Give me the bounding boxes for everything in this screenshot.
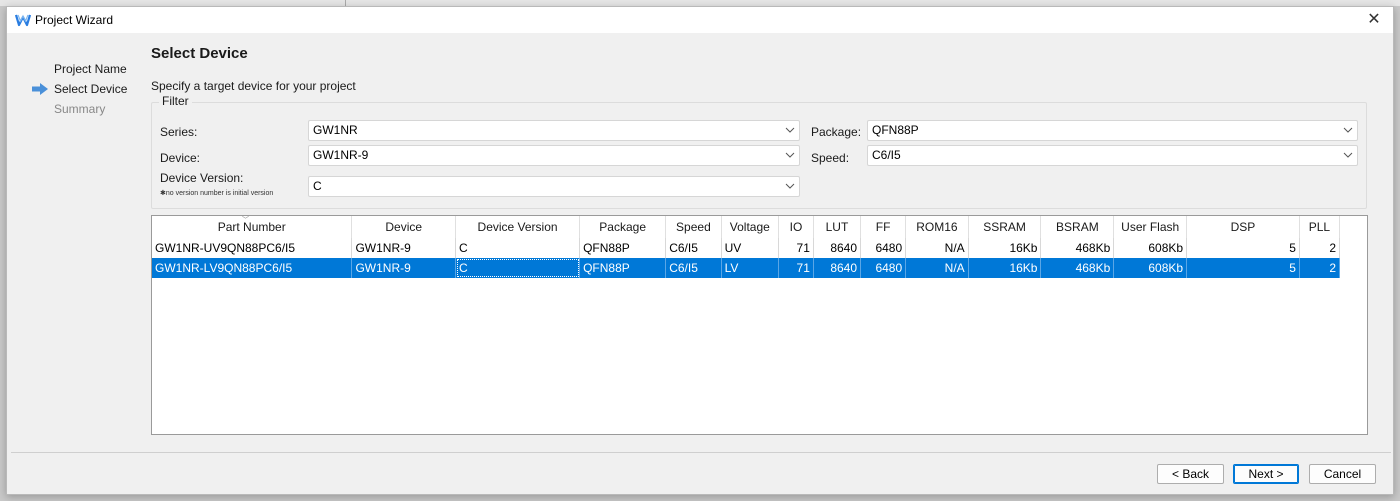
table-cell: N/A: [905, 258, 969, 278]
column-header[interactable]: SSRAM: [968, 216, 1042, 238]
sort-indicator-icon: ﹀: [242, 217, 249, 224]
table-cell: 2: [1299, 258, 1341, 278]
table-cell: GW1NR-UV9QN88PC6/I5: [152, 238, 353, 258]
table-cell: 71: [778, 238, 814, 258]
column-header[interactable]: DSP: [1186, 216, 1300, 238]
column-header[interactable]: LUT: [813, 216, 862, 238]
table-cell: 608Kb: [1113, 238, 1188, 258]
table-cell: QFN88P: [579, 238, 667, 258]
column-header[interactable]: Device: [351, 216, 457, 238]
next-button[interactable]: Next >: [1233, 464, 1299, 484]
table-cell: 8640: [813, 258, 862, 278]
device-label: Device:: [160, 151, 201, 165]
app-logo-icon: [15, 14, 31, 27]
table-cell: 5: [1186, 258, 1300, 278]
table-cell: UV: [721, 238, 780, 258]
package-label: Package:: [811, 125, 862, 139]
table-header-row: ﹀ Part Number Device Device Version Packa…: [152, 216, 1341, 238]
title-bar: Project Wizard ✕: [7, 7, 1393, 33]
chevron-down-icon: [785, 127, 795, 133]
table-cell: QFN88P: [579, 258, 667, 278]
chevron-down-icon: [1343, 152, 1353, 158]
speed-select[interactable]: C6/I5: [867, 145, 1358, 166]
table-cell: 71: [778, 258, 814, 278]
table-cell: 16Kb: [968, 258, 1042, 278]
table-cell: 6480: [860, 258, 907, 278]
column-header[interactable]: ROM16: [905, 216, 969, 238]
table-cell: LV: [721, 258, 780, 278]
close-icon: ✕: [1367, 11, 1381, 28]
table-cell: GW1NR-LV9QN88PC6/I5: [152, 258, 353, 278]
device-version-value: C: [313, 179, 322, 193]
table-cell-focused: C: [455, 258, 581, 278]
column-header[interactable]: IO: [778, 216, 814, 238]
package-select[interactable]: QFN88P: [867, 120, 1358, 141]
chevron-down-icon: [785, 183, 795, 189]
column-header[interactable]: User Flash: [1113, 216, 1188, 238]
table-cell: 468Kb: [1040, 238, 1115, 258]
chevron-down-icon: [1343, 127, 1353, 133]
package-value: QFN88P: [872, 123, 919, 137]
device-version-note-text: no version number is initial version: [165, 190, 274, 197]
cancel-button[interactable]: Cancel: [1309, 464, 1376, 484]
speed-label: Speed:: [811, 151, 850, 165]
step-summary: Summary: [54, 102, 106, 116]
footer-divider: [11, 452, 1391, 453]
table-cell: C: [455, 238, 581, 258]
table-cell: 5: [1186, 238, 1300, 258]
page-subtitle: Specify a target device for your project: [151, 79, 356, 93]
column-header[interactable]: FF: [860, 216, 907, 238]
series-value: GW1NR: [313, 123, 358, 137]
table-cell: GW1NR-9: [351, 238, 457, 258]
back-button[interactable]: < Back: [1157, 464, 1224, 484]
column-header[interactable]: Package: [579, 216, 667, 238]
table-cell: 16Kb: [968, 238, 1042, 258]
table-cell: 468Kb: [1040, 258, 1115, 278]
column-header[interactable]: ﹀ Part Number: [152, 216, 353, 238]
table-row-selected[interactable]: GW1NR-LV9QN88PC6/I5 GW1NR-9 C QFN88P C6/…: [152, 258, 1341, 278]
filter-legend: Filter: [159, 94, 192, 108]
window-title: Project Wizard: [35, 13, 114, 27]
column-header[interactable]: PLL: [1299, 216, 1341, 238]
device-select[interactable]: GW1NR-9: [308, 145, 800, 166]
table-row[interactable]: GW1NR-UV9QN88PC6/I5 GW1NR-9 C QFN88P C6/…: [152, 238, 1341, 258]
column-header-label: Part Number: [217, 220, 286, 234]
table-cell: C6/I5: [665, 238, 722, 258]
table-cell: GW1NR-9: [351, 258, 457, 278]
chevron-down-icon: [785, 152, 795, 158]
device-version-label: Device Version:: [160, 171, 244, 185]
column-header[interactable]: Device Version: [455, 216, 581, 238]
page-title: Select Device: [151, 45, 248, 62]
column-header[interactable]: Voltage: [721, 216, 780, 238]
series-select[interactable]: GW1NR: [308, 120, 800, 141]
column-header[interactable]: Speed: [665, 216, 722, 238]
table-cell: 2: [1299, 238, 1341, 258]
device-version-select[interactable]: C: [308, 176, 800, 197]
project-wizard-dialog: Project Wizard ✕ Project Name Select Dev…: [6, 6, 1394, 495]
table-cell: 608Kb: [1113, 258, 1188, 278]
table-cell: 8640: [813, 238, 862, 258]
speed-value: C6/I5: [872, 148, 901, 162]
current-step-arrow-icon: [32, 83, 48, 95]
table-cell: C6/I5: [665, 258, 722, 278]
series-label: Series:: [160, 125, 198, 139]
step-project-name: Project Name: [54, 62, 127, 76]
device-value: GW1NR-9: [313, 148, 369, 162]
table-cell: N/A: [905, 238, 969, 258]
device-version-note: ✱no version number is initial version: [160, 189, 273, 197]
column-header[interactable]: BSRAM: [1040, 216, 1115, 238]
step-select-device: Select Device: [54, 82, 128, 96]
device-table[interactable]: ﹀ Part Number Device Device Version Packa…: [151, 215, 1368, 435]
table-cell: 6480: [860, 238, 907, 258]
close-button[interactable]: ✕: [1363, 10, 1385, 30]
